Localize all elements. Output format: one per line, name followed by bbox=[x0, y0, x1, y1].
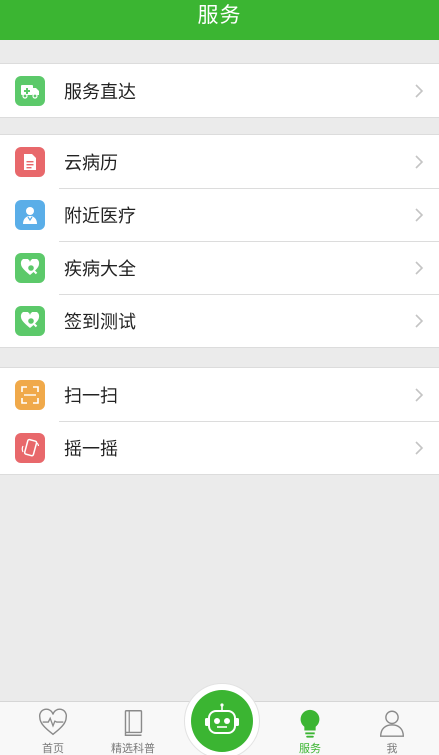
tab-home[interactable]: 首页 bbox=[35, 702, 71, 755]
menu-item-label: 疾病大全 bbox=[64, 258, 136, 280]
shake-phone-icon bbox=[15, 433, 45, 463]
ambulance-icon bbox=[15, 76, 45, 106]
heart-search-icon bbox=[15, 253, 45, 283]
robot-icon bbox=[205, 703, 239, 734]
chevron-right-icon bbox=[415, 261, 424, 275]
header-bar: 服务 bbox=[0, 0, 439, 40]
heart-search-icon bbox=[15, 306, 45, 336]
tab-label: 我 bbox=[386, 742, 398, 755]
menu-item-checkin-test[interactable]: 签到测试 bbox=[0, 294, 439, 347]
tab-label: 精选科普 bbox=[111, 742, 155, 755]
menu-item-service-direct[interactable]: 服务直达 bbox=[0, 64, 439, 117]
menu-item-label: 云病历 bbox=[64, 152, 118, 174]
chevron-right-icon bbox=[415, 84, 424, 98]
doctor-icon bbox=[15, 200, 45, 230]
lightbulb-icon bbox=[300, 709, 320, 738]
menu-item-label: 附近医疗 bbox=[64, 205, 136, 227]
tab-featured-science[interactable]: 精选科普 bbox=[106, 702, 160, 755]
book-icon bbox=[124, 710, 143, 736]
tab-label: 首页 bbox=[42, 742, 64, 755]
service-group-3: 扫一扫 摇一摇 bbox=[0, 367, 439, 475]
menu-item-label: 服务直达 bbox=[64, 81, 136, 103]
chevron-right-icon bbox=[415, 388, 424, 402]
menu-item-label: 签到测试 bbox=[64, 311, 136, 333]
robot-assistant-button[interactable] bbox=[184, 683, 260, 755]
chevron-right-icon bbox=[415, 314, 424, 328]
service-group-2: 云病历 附近医疗 疾病大全 签到测试 bbox=[0, 134, 439, 348]
chevron-right-icon bbox=[415, 208, 424, 222]
chevron-right-icon bbox=[415, 441, 424, 455]
menu-item-label: 扫一扫 bbox=[64, 385, 118, 407]
person-icon bbox=[379, 710, 405, 737]
menu-item-cloud-records[interactable]: 云病历 bbox=[0, 135, 439, 188]
menu-item-nearby-medical[interactable]: 附近医疗 bbox=[0, 188, 439, 241]
menu-item-scan[interactable]: 扫一扫 bbox=[0, 368, 439, 421]
tab-me[interactable]: 我 bbox=[374, 702, 410, 755]
page-title: 服务 bbox=[197, 3, 242, 27]
scan-icon bbox=[15, 380, 45, 410]
document-icon bbox=[15, 147, 45, 177]
menu-item-label: 摇一摇 bbox=[64, 438, 118, 460]
chevron-right-icon bbox=[415, 155, 424, 169]
tab-services[interactable]: 服务 bbox=[292, 702, 328, 755]
tab-label: 服务 bbox=[299, 742, 321, 755]
menu-item-disease-encyclopedia[interactable]: 疾病大全 bbox=[0, 241, 439, 294]
service-group-1: 服务直达 bbox=[0, 63, 439, 118]
heart-pulse-icon bbox=[39, 708, 67, 736]
menu-item-shake[interactable]: 摇一摇 bbox=[0, 421, 439, 474]
